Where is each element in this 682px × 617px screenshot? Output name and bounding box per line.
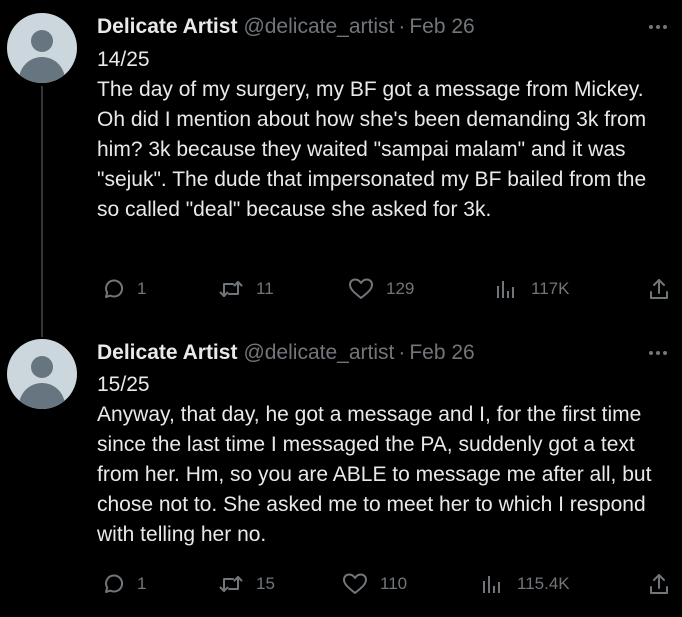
retweet-count: 11 — [256, 279, 274, 298]
avatar[interactable] — [7, 339, 77, 409]
thread-connector-line — [41, 86, 43, 327]
more-icon[interactable] — [646, 15, 670, 39]
views-button[interactable]: 115.4K — [479, 569, 570, 599]
retweet-icon — [218, 571, 244, 597]
views-icon — [479, 571, 505, 597]
reply-icon — [99, 276, 125, 302]
separator-dot: · — [398, 341, 406, 364]
more-icon[interactable] — [646, 341, 670, 365]
avatar[interactable] — [7, 13, 77, 83]
reply-count: 1 — [137, 279, 147, 298]
retweet-count: 15 — [256, 574, 275, 593]
views-icon — [493, 276, 519, 302]
like-count: 129 — [386, 279, 415, 298]
action-bar: 1 11 129 117K — [97, 274, 672, 304]
retweet-button[interactable]: 11 — [218, 274, 274, 304]
tweet-header: Delicate Artist @delicate_artist · Feb 2… — [97, 338, 475, 368]
reply-icon — [99, 571, 125, 597]
separator-dot: · — [398, 15, 406, 38]
thread-connector-line — [41, 327, 43, 337]
heart-icon — [342, 571, 368, 597]
tweet-text: 14/25 The day of my surgery, my BF got a… — [97, 48, 647, 221]
share-button[interactable] — [646, 569, 672, 599]
share-icon — [646, 571, 672, 597]
share-icon — [646, 276, 672, 302]
views-count: 115.4K — [517, 574, 570, 593]
retweet-icon — [218, 276, 244, 302]
views-button[interactable]: 117K — [493, 274, 569, 304]
retweet-button[interactable]: 15 — [218, 569, 275, 599]
tweet-header: Delicate Artist @delicate_artist · Feb 2… — [97, 12, 475, 42]
like-count: 110 — [380, 574, 408, 593]
display-name[interactable]: Delicate Artist — [97, 341, 237, 365]
tweet[interactable]: Delicate Artist @delicate_artist · Feb 2… — [0, 327, 682, 617]
display-name[interactable]: Delicate Artist — [97, 15, 237, 39]
default-avatar-icon — [31, 356, 53, 378]
action-bar: 1 15 110 115.4K — [97, 569, 672, 599]
reply-button[interactable]: 1 — [99, 569, 146, 599]
user-handle[interactable]: @delicate_artist — [243, 341, 394, 365]
timestamp[interactable]: Feb 26 — [409, 15, 474, 39]
like-button[interactable]: 129 — [348, 274, 414, 304]
views-count: 117K — [531, 279, 570, 298]
timestamp[interactable]: Feb 26 — [409, 341, 474, 365]
heart-icon — [348, 276, 374, 302]
like-button[interactable]: 110 — [342, 569, 407, 599]
default-avatar-icon — [31, 30, 53, 52]
tweet[interactable]: Delicate Artist @delicate_artist · Feb 2… — [0, 0, 682, 327]
user-handle[interactable]: @delicate_artist — [243, 15, 394, 39]
reply-count: 1 — [137, 574, 147, 593]
reply-button[interactable]: 1 — [99, 274, 146, 304]
share-button[interactable] — [646, 274, 672, 304]
tweet-text: 15/25 Anyway, that day, he got a message… — [97, 373, 652, 546]
